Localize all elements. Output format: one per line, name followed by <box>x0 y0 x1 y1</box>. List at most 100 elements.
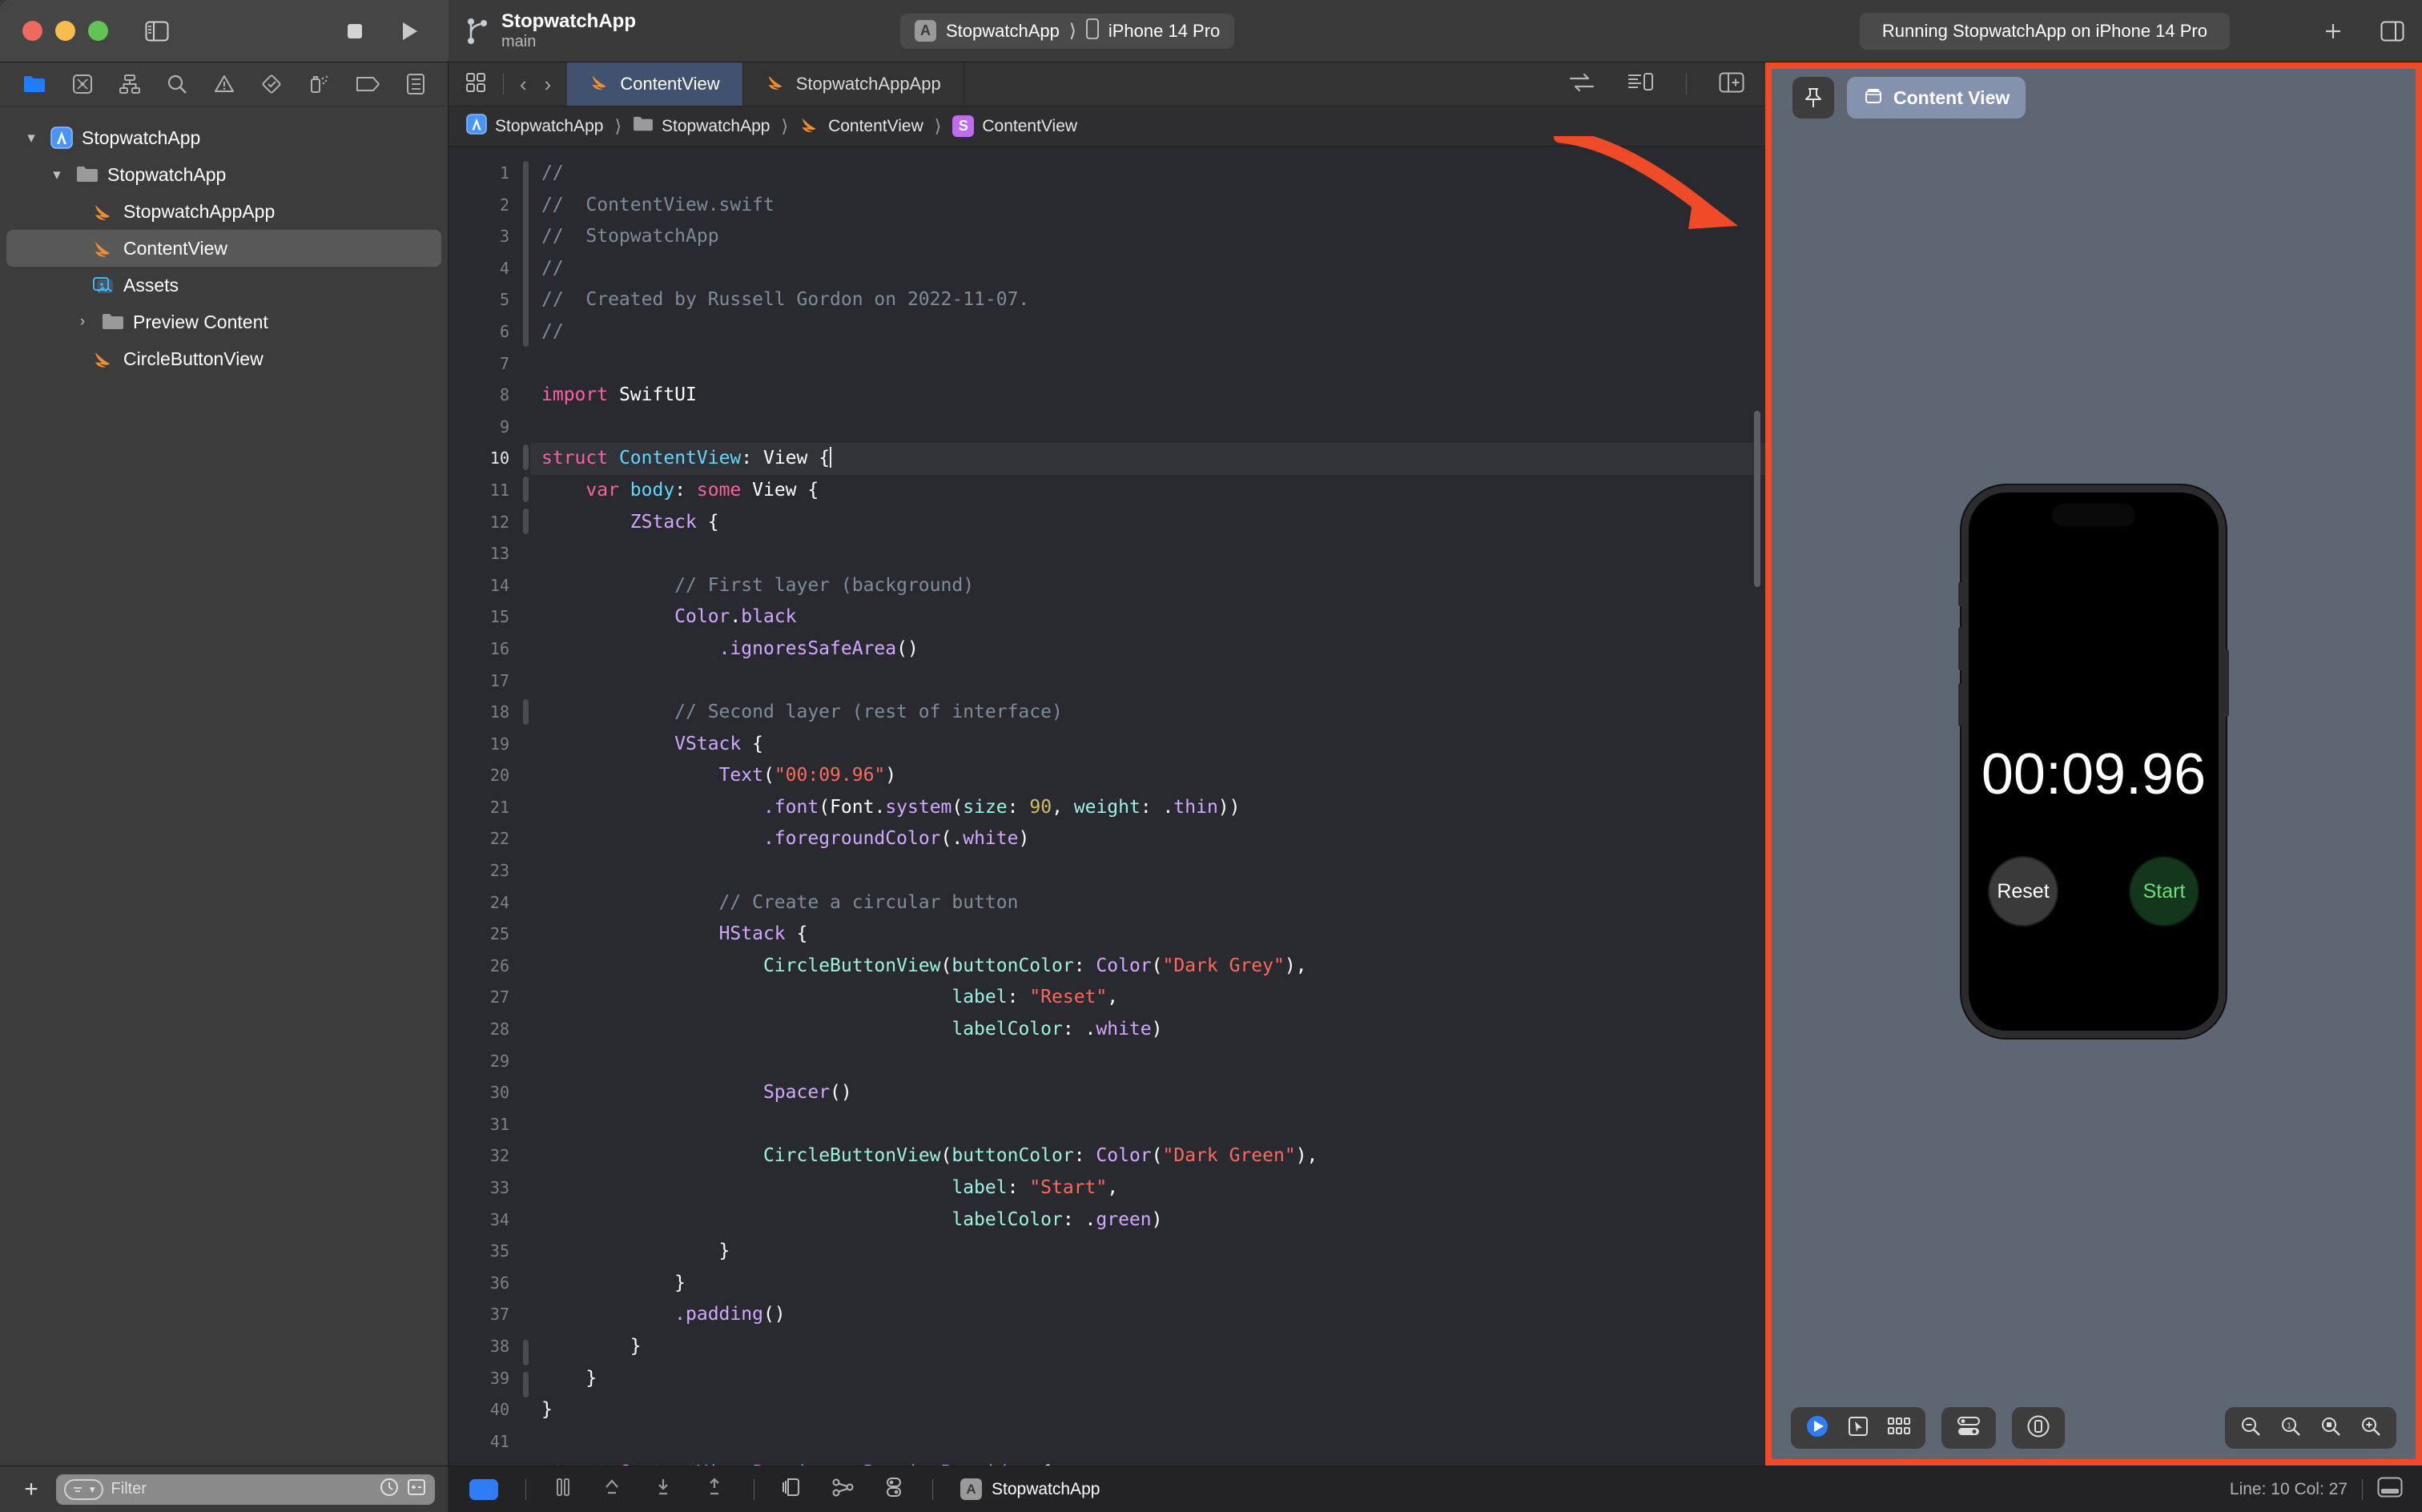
navigator-tab-project[interactable] <box>22 74 46 94</box>
navigator-tab-find[interactable] <box>166 73 188 95</box>
memory-graph-icon[interactable] <box>782 1476 804 1502</box>
code-line[interactable]: CircleButtonView(buttonColor: Color("Dar… <box>530 951 1765 983</box>
code-line[interactable]: struct ContentView_Previews: PreviewProv… <box>530 1458 1765 1466</box>
code-line[interactable]: label: "Start", <box>530 1172 1765 1204</box>
navigator-tab-symbols[interactable] <box>119 73 141 95</box>
code-line[interactable]: import SwiftUI <box>530 380 1765 412</box>
tab-grid-icon[interactable] <box>465 71 487 98</box>
environment-overrides-icon[interactable] <box>883 1476 905 1502</box>
breadcrumb-item-folder[interactable]: StopwatchApp <box>662 117 770 136</box>
tree-item-contentview[interactable]: ContentView <box>6 230 441 267</box>
selectable-icon[interactable] <box>1847 1415 1869 1442</box>
code-line[interactable]: .foregroundColor(.white) <box>530 823 1765 855</box>
add-file-button[interactable]: + <box>18 1476 45 1503</box>
add-editor-split-icon[interactable] <box>1719 72 1744 97</box>
tree-item-stopwatchapp-folder[interactable]: ▾ StopwatchApp <box>6 156 441 193</box>
adjust-editor-options-icon[interactable] <box>1569 73 1595 96</box>
code-line[interactable]: Spacer() <box>530 1077 1765 1109</box>
code-line[interactable]: } <box>530 1268 1765 1300</box>
code-line[interactable]: // Create a circular button <box>530 887 1765 919</box>
preview-name-chip[interactable]: Content View <box>1847 77 2026 119</box>
tree-item-preview-content[interactable]: › Preview Content <box>6 304 441 340</box>
editor-tab-stopwatchappapp[interactable]: StopwatchAppApp <box>743 62 964 106</box>
chevron-right-icon[interactable]: › <box>72 313 93 331</box>
code-line[interactable]: // First layer (background) <box>530 570 1765 602</box>
start-button[interactable]: Start <box>2129 856 2199 927</box>
code-line[interactable]: labelColor: .green) <box>530 1204 1765 1237</box>
code-line[interactable]: // StopwatchApp <box>530 221 1765 253</box>
editor-vertical-scrollbar[interactable] <box>1754 411 1760 587</box>
add-editor-button[interactable] <box>2321 19 2345 43</box>
navigator-tab-tests[interactable] <box>260 73 283 95</box>
code-line[interactable]: var body: some View { <box>530 475 1765 507</box>
go-back-button[interactable]: ‹ <box>520 72 527 97</box>
view-hierarchy-icon[interactable] <box>831 1476 855 1502</box>
branch-indicator[interactable]: StopwatchApp main <box>466 10 636 51</box>
code-line[interactable] <box>530 855 1765 887</box>
tree-item-stopwatchappapp[interactable]: StopwatchAppApp <box>6 193 441 230</box>
preview-canvas[interactable]: 00:09.96 Reset Start <box>1772 127 2416 1397</box>
code-line[interactable]: VStack { <box>530 729 1765 761</box>
code-line[interactable]: // Created by Russell Gordon on 2022-11-… <box>530 284 1765 316</box>
code-line[interactable]: Text("00:09.96") <box>530 760 1765 792</box>
code-line[interactable]: labelColor: .white) <box>530 1014 1765 1046</box>
reset-button[interactable]: Reset <box>1988 856 2058 927</box>
scheme-selector[interactable]: A StopwatchApp ⟩ iPhone 14 Pro <box>900 13 1235 49</box>
code-line[interactable]: // <box>530 316 1765 348</box>
code-line[interactable]: .ignoresSafeArea() <box>530 633 1765 666</box>
code-line[interactable]: } <box>530 1363 1765 1395</box>
canvas-toggle-icon[interactable] <box>1627 72 1654 97</box>
code-folding-ribbon[interactable] <box>521 147 530 1466</box>
play-icon[interactable] <box>1805 1414 1829 1442</box>
code-line[interactable]: // <box>530 253 1765 285</box>
navigator-tab-breakpoints[interactable] <box>355 74 380 94</box>
code-line[interactable]: // ContentView.swift <box>530 190 1765 222</box>
code-editor[interactable]: 1 2 3 4 5 6 7 8 9 10 11 12 13 14 15 16 17 18 19 20 21 22 23 24 2… <box>449 147 1765 1466</box>
tree-item-stopwatchapp-project[interactable]: ▾ StopwatchApp <box>6 119 441 156</box>
source-control-filter-icon[interactable] <box>406 1477 427 1502</box>
code-line[interactable]: Color.black <box>530 601 1765 633</box>
recent-filter-icon[interactable] <box>379 1477 400 1502</box>
breadcrumb-item-symbol[interactable]: ContentView <box>982 117 1077 136</box>
code-line[interactable]: .font(Font.system(size: 90, weight: .thi… <box>530 792 1765 824</box>
code-line[interactable]: } <box>530 1394 1765 1426</box>
pin-preview-button[interactable] <box>1792 77 1834 119</box>
pause-icon[interactable] <box>553 1476 573 1502</box>
step-over-icon[interactable] <box>600 1477 624 1502</box>
code-line[interactable]: .padding() <box>530 1299 1765 1331</box>
debug-process-indicator[interactable]: A StopwatchApp <box>960 1478 1100 1500</box>
code-line[interactable]: ZStack { <box>530 507 1765 539</box>
breadcrumb-item-file[interactable]: ContentView <box>828 117 923 136</box>
zoom-out-icon[interactable] <box>2239 1415 2262 1442</box>
close-window-button[interactable] <box>22 21 42 41</box>
minimize-window-button[interactable] <box>55 21 75 41</box>
code-line[interactable]: struct ContentView: View { <box>530 443 1765 475</box>
chevron-down-icon[interactable]: ▾ <box>21 129 42 147</box>
code-line[interactable] <box>530 538 1765 570</box>
code-line[interactable]: // <box>530 158 1765 190</box>
navigator-tab-debug[interactable] <box>308 73 330 95</box>
editor-tab-contentview[interactable]: ContentView <box>567 62 743 106</box>
zoom-in-icon[interactable] <box>2360 1415 2382 1442</box>
toggle-navigator-icon[interactable] <box>145 21 169 42</box>
device-bezel-icon[interactable] <box>2026 1414 2050 1442</box>
navigator-tab-source-control[interactable] <box>71 73 94 95</box>
toggle-inspector-icon[interactable] <box>2380 21 2404 42</box>
step-out-icon[interactable] <box>702 1477 726 1502</box>
code-line[interactable] <box>530 1426 1765 1458</box>
filter-options-icon[interactable]: ▾ <box>64 1478 103 1500</box>
code-line[interactable] <box>530 412 1765 444</box>
toggle-debug-area-icon[interactable] <box>2377 1477 2403 1502</box>
source-code-text[interactable]: // // ContentView.swift // StopwatchApp // /… <box>530 147 1765 1466</box>
step-into-icon[interactable] <box>651 1477 675 1502</box>
code-line[interactable]: } <box>530 1331 1765 1363</box>
code-line[interactable]: } <box>530 1236 1765 1268</box>
device-screen[interactable]: 00:09.96 Reset Start <box>1969 493 2219 1031</box>
device-settings-icon[interactable] <box>1956 1415 1981 1442</box>
zoom-window-button[interactable] <box>88 21 108 41</box>
code-line[interactable]: CircleButtonView(buttonColor: Color("Dar… <box>530 1140 1765 1172</box>
tree-item-circlebuttonview[interactable]: CircleButtonView <box>6 340 441 377</box>
variants-icon[interactable] <box>1887 1416 1911 1441</box>
navigator-tab-issues[interactable] <box>213 73 235 95</box>
run-button[interactable] <box>399 20 420 42</box>
